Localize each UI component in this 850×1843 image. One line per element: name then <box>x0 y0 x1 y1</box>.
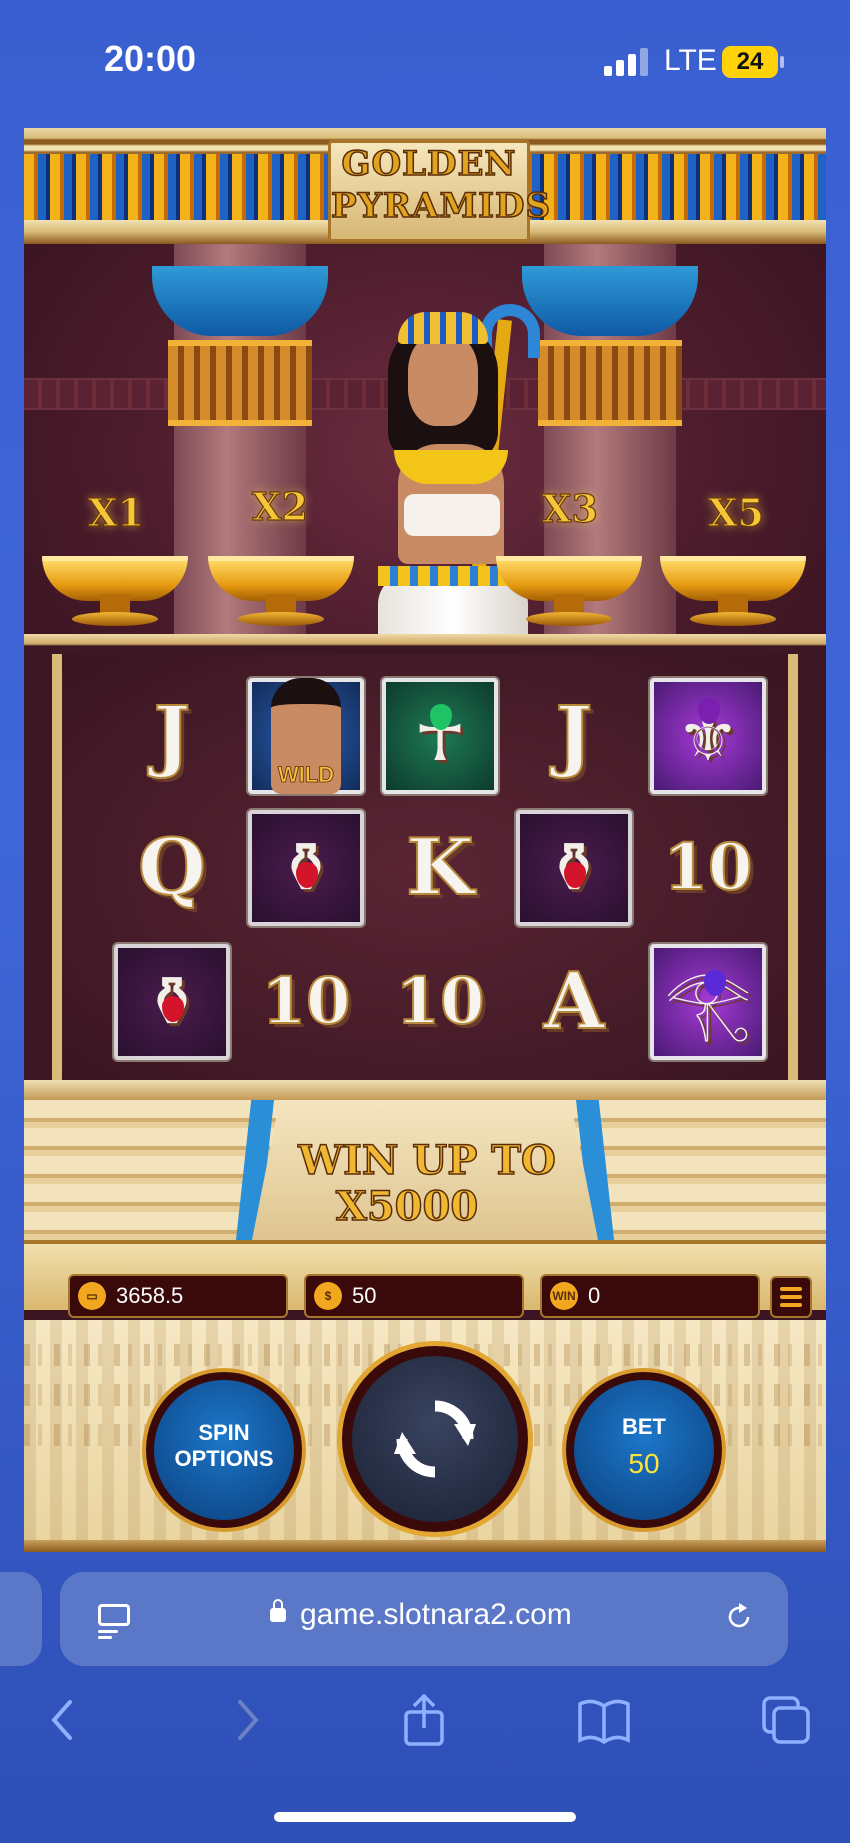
reel-area: J Q ⚱ WILD ⚱ 10 ☥ <box>24 634 826 1100</box>
multiplier-x3: X3 <box>541 485 598 531</box>
max-win-banner: WIN UP TO X5000 <box>292 1137 562 1231</box>
spin-options-label-2: OPTIONS <box>174 1446 274 1471</box>
reader-mode-icon[interactable] <box>98 1602 132 1639</box>
url-text[interactable]: game.slotnara2.com <box>300 1598 572 1632</box>
clock: 20:00 <box>104 38 197 79</box>
game-logo: GOLDEN PYRAMIDS <box>328 140 552 242</box>
reel-2-symbol-3: 10 <box>244 940 368 1064</box>
logo-line-1: GOLDEN <box>341 143 517 185</box>
spin-options-label-1: SPIN <box>198 1420 250 1445</box>
pillar-capital-left <box>152 266 328 336</box>
browser-toolbar <box>0 1690 850 1760</box>
win-icon: WIN <box>550 1282 578 1310</box>
spin-button[interactable] <box>342 1346 528 1532</box>
symbol-text: Q <box>137 822 207 913</box>
multiplier-x5: X5 <box>707 489 764 535</box>
reel-4-symbol-3: A <box>512 940 636 1064</box>
golden-bowl-3 <box>496 556 642 626</box>
slot-game: GOLDEN PYRAMIDS X1 X2 X3 X5 J Q WILD 10 … <box>24 128 826 1552</box>
reel-5-symbol-2: 10 <box>646 806 770 930</box>
bookmarks-icon[interactable] <box>574 1690 634 1750</box>
reload-icon[interactable] <box>724 1602 754 1632</box>
reel-1-symbol-3: ⚱ <box>110 940 234 1064</box>
wallet-icon: ▭ <box>78 1282 106 1310</box>
win-value: 0 <box>588 1283 601 1308</box>
reel-3-symbol-3: 10 <box>378 940 502 1064</box>
bottom-border <box>24 1540 826 1552</box>
reel-3-symbol-1: ☥ <box>378 674 502 798</box>
battery-icon: 24 <box>722 46 784 78</box>
refresh-spin-icon <box>394 1400 476 1478</box>
lock-icon <box>270 1599 286 1622</box>
win-display: WIN 0 <box>540 1274 760 1318</box>
header-frieze: GOLDEN PYRAMIDS <box>24 128 826 244</box>
wild-label: WILD <box>277 762 335 788</box>
reel-1-symbol-2: Q <box>110 806 234 930</box>
reel-1-symbol-1: J <box>110 674 234 798</box>
balance-display: ▭ 3658.5 <box>68 1274 288 1318</box>
balance-value: 3658.5 <box>116 1283 184 1308</box>
symbol-text: J <box>153 690 192 781</box>
reel-5-symbol-1: ⚜ <box>646 674 770 798</box>
tabs-icon[interactable] <box>756 1690 816 1750</box>
signal-icon <box>604 48 648 76</box>
reel-4-symbol-1: J <box>512 674 636 798</box>
reel-2-symbol-1: WILD <box>244 674 368 798</box>
bet-button[interactable]: BET 50 <box>566 1372 722 1528</box>
bet-display: $ 50 <box>304 1274 524 1318</box>
previous-tab[interactable] <box>0 1572 42 1666</box>
network-type: LTE <box>664 44 717 77</box>
reel-2-symbol-2: ⚱ <box>244 806 368 930</box>
bet-amount: 50 <box>628 1448 660 1479</box>
max-win-line-1: WIN UP TO <box>297 1137 556 1185</box>
reel-4-symbol-2: ⚱ <box>512 806 636 930</box>
reel-window: J Q ⚱ WILD ⚱ 10 ☥ <box>52 654 798 1084</box>
symbol-text: 10 <box>662 830 753 905</box>
symbol-text: K <box>405 822 475 913</box>
share-icon[interactable] <box>394 1690 454 1750</box>
max-win-line-2: X5000 <box>335 1183 479 1231</box>
bet-label: BET <box>622 1414 666 1439</box>
address-bar[interactable]: game.slotnara2.com <box>60 1572 788 1666</box>
golden-bowl-1 <box>42 556 188 626</box>
back-icon[interactable] <box>34 1690 94 1750</box>
home-indicator <box>274 1812 576 1822</box>
reel-5-symbol-3: 𓂀 <box>646 940 770 1064</box>
multiplier-x1: X1 <box>87 489 144 535</box>
symbol-text: A <box>543 956 606 1047</box>
golden-bowl-4 <box>660 556 806 626</box>
coin-icon: $ <box>314 1282 342 1310</box>
bet-display-value: 50 <box>352 1283 377 1308</box>
status-bar: 20:00 LTE 24 <box>0 0 850 120</box>
multiplier-x2: X2 <box>251 483 308 529</box>
symbol-text: J <box>555 690 594 781</box>
forward-icon[interactable] <box>216 1690 276 1750</box>
golden-bowl-2 <box>208 556 354 626</box>
logo-line-2: PYRAMIDS <box>330 185 552 227</box>
menu-button[interactable] <box>770 1276 812 1318</box>
pillar-band-left <box>168 340 312 426</box>
reel-3-symbol-2: K <box>378 806 502 930</box>
symbol-text: 10 <box>260 964 351 1039</box>
symbol-text: 10 <box>394 964 485 1039</box>
spin-options-button[interactable]: SPIN OPTIONS <box>146 1372 302 1528</box>
